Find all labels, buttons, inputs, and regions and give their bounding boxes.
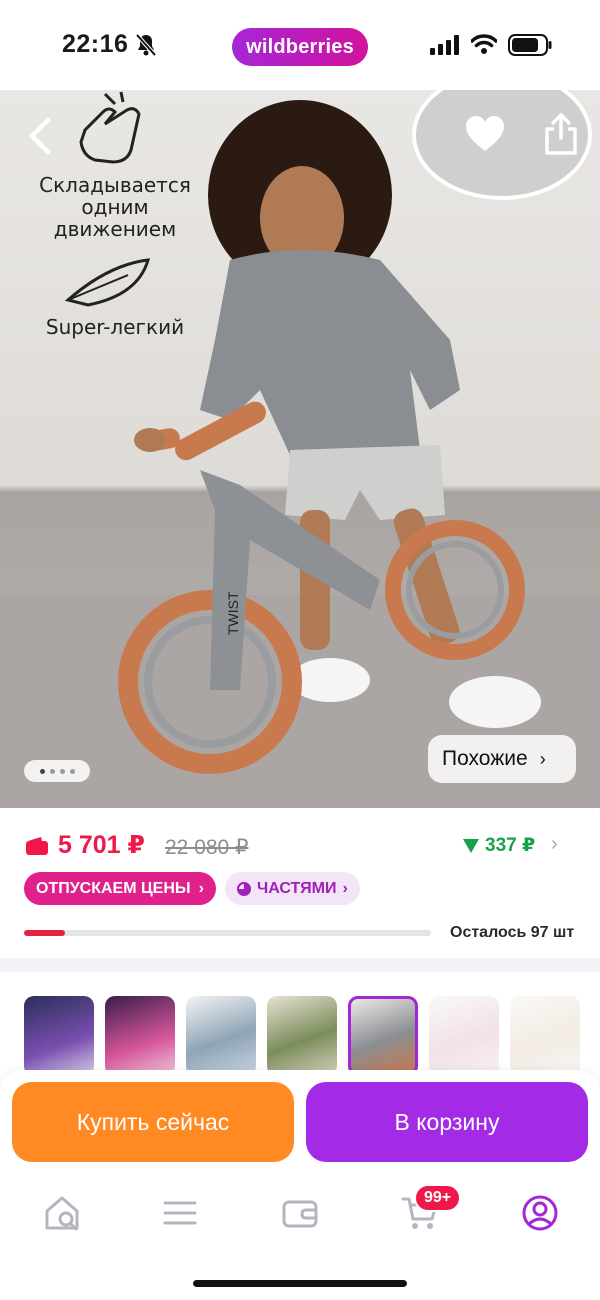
variant-thumbnail[interactable] [186,996,256,1076]
color-variants-strip[interactable] [0,972,600,1082]
variant-thumbnail[interactable] [267,996,337,1076]
promo-line-4: Super-легкий [45,315,185,339]
installments-tag-button[interactable]: ЧАСТЯМИ › [225,872,360,905]
cart-count-badge: 99+ [414,1184,462,1212]
finger-tap-icon [79,91,141,164]
promo-line-2: одним [81,195,149,219]
variant-thumbnail[interactable] [105,996,175,1076]
pager-dot [59,768,65,774]
similar-products-button[interactable]: Похожие › [428,735,576,783]
cashback-badge[interactable]: 337 ₽ [463,834,535,857]
battery-icon [508,34,552,56]
pager-dot [49,768,55,774]
status-time: 22:16 [62,30,129,58]
current-price: 5 701 ₽ [58,831,145,859]
back-arrow-icon[interactable] [22,116,58,156]
pie-chart-icon [237,881,251,896]
heart-icon[interactable] [464,114,506,154]
price-card: 5 701 ₽ 22 080 ₽ 337 ₽ › ОТПУСКАЕМ ЦЕНЫ … [0,808,600,958]
variant-thumbnail[interactable] [510,996,580,1076]
home-search-icon[interactable] [42,1193,82,1233]
bike-frame-label: TWIST [225,591,241,635]
status-bar: 22:16 wildberries [0,0,600,90]
feather-icon [64,258,151,307]
section-divider [0,958,600,972]
add-to-cart-button[interactable]: В корзину [306,1082,588,1162]
chevron-right-icon: › [539,748,546,769]
chevron-right-icon: › [198,879,204,897]
pager-dot [69,768,75,774]
sale-tag-button[interactable]: ОТПУСКАЕМ ЦЕНЫ › [24,872,216,905]
promo-line-3: движением [53,217,177,241]
stock-progress-fill [24,930,65,936]
purchase-actions: Купить сейчас В корзину [0,1070,600,1175]
wallet-icon[interactable] [280,1193,320,1233]
variant-thumbnail[interactable] [429,996,499,1076]
stock-progress-bar [24,930,431,936]
product-image-gallery[interactable]: TWIST Складывается одним движением Super… [0,90,600,808]
buy-now-button[interactable]: Купить сейчас [12,1082,294,1162]
wallet-icon [26,837,48,855]
home-indicator [193,1280,407,1287]
brand-logo[interactable]: wildberries [232,28,368,66]
sale-tag-label: ОТПУСКАЕМ ЦЕНЫ [36,879,191,897]
installments-tag-label: ЧАСТЯМИ [257,879,337,897]
image-pager [24,760,90,782]
wifi-icon [471,34,497,54]
profile-icon[interactable] [520,1193,560,1233]
bottom-tab-bar: 99+ [0,1175,600,1300]
cashback-value: 337 ₽ [485,835,536,856]
bell-muted-icon [135,33,157,57]
stock-remaining: Осталось 97 шт [450,924,575,941]
chevron-right-icon: › [342,879,348,897]
price-drop-icon [463,838,479,853]
menu-icon[interactable] [160,1193,200,1233]
variant-thumbnail[interactable] [24,996,94,1076]
old-price: 22 080 ₽ [165,836,249,859]
promo-line-1: Складывается [39,173,191,197]
pager-dot [39,768,45,774]
variant-thumbnail-selected[interactable] [348,996,418,1076]
chevron-right-icon[interactable]: › [551,833,558,856]
similar-label: Похожие [442,747,528,770]
signal-icon [430,35,459,55]
share-icon[interactable] [542,112,580,156]
